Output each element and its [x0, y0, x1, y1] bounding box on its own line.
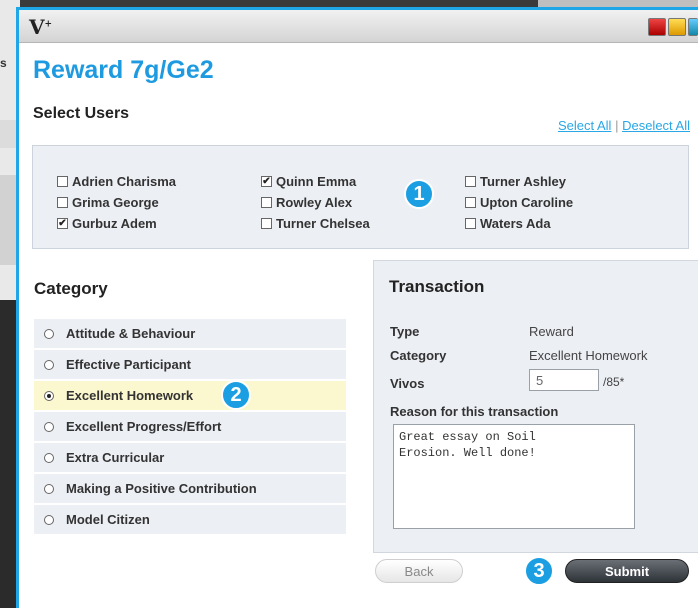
window-controls	[648, 18, 698, 36]
category-summary-value: Excellent Homework	[529, 348, 648, 363]
category-option[interactable]: Excellent Homework 2	[34, 380, 346, 410]
category-option[interactable]: Making a Positive Contribution	[34, 474, 346, 503]
type-label: Type	[390, 324, 420, 339]
reward-dialog: V+ Reward 7g/Ge2 Select Users Select All…	[16, 7, 698, 608]
maximize-window-button[interactable]	[688, 18, 698, 36]
background-window-text: s	[0, 56, 7, 70]
page-title: Reward 7g/Ge2	[33, 56, 214, 84]
users-panel: Adrien Charisma Grima George ✔ Gurbuz Ad…	[32, 145, 689, 249]
category-label: Model Citizen	[66, 512, 150, 527]
checkbox[interactable]: ✔	[261, 176, 272, 187]
category-option[interactable]: Attitude & Behaviour	[34, 319, 346, 348]
back-button[interactable]: Back	[375, 559, 463, 583]
user-name: Waters Ada	[480, 216, 551, 231]
select-users-heading: Select Users	[33, 105, 130, 122]
checkbox[interactable]: ✔	[57, 218, 68, 229]
category-heading: Category	[34, 279, 108, 298]
checkbox[interactable]	[261, 218, 272, 229]
user-name: Quinn Emma	[276, 174, 357, 189]
transaction-heading: Transaction	[389, 277, 485, 296]
user-checkbox[interactable]: Adrien Charisma	[57, 174, 176, 189]
user-checkbox[interactable]: Grima George	[57, 195, 159, 210]
checkbox[interactable]	[57, 176, 68, 187]
app-logo: V+	[29, 15, 53, 39]
user-checkbox[interactable]: Waters Ada	[465, 216, 551, 231]
reason-label: Reason for this transaction	[390, 404, 559, 419]
user-checkbox[interactable]: Rowley Alex	[261, 195, 352, 210]
category-label: Effective Participant	[66, 357, 191, 372]
category-option[interactable]: Effective Participant	[34, 350, 346, 379]
select-all-link[interactable]: Select All	[558, 118, 611, 133]
checkbox[interactable]	[465, 197, 476, 208]
step-badge-1: 1	[404, 179, 434, 209]
transaction-panel: Transaction Type Reward Category Excelle…	[373, 260, 698, 553]
category-label: Excellent Progress/Effort	[66, 419, 222, 434]
user-checkbox[interactable]: Turner Chelsea	[261, 216, 370, 231]
reason-textarea[interactable]: Great essay on Soil Erosion. Well done!	[393, 424, 635, 529]
radio-button[interactable]	[44, 328, 54, 339]
titlebar: V+	[19, 10, 698, 43]
checkbox[interactable]	[465, 176, 476, 187]
step-badge-3: 3	[524, 556, 554, 586]
submit-button[interactable]: Submit	[565, 559, 689, 583]
category-label: Excellent Homework	[66, 388, 194, 403]
radio-button[interactable]	[44, 452, 54, 463]
user-name: Grima George	[72, 195, 159, 210]
radio-button[interactable]	[44, 514, 54, 525]
radio-button[interactable]	[44, 483, 54, 494]
checkbox[interactable]	[261, 197, 272, 208]
select-links: Select All | Deselect All	[558, 118, 690, 133]
user-checkbox[interactable]: ✔ Gurbuz Adem	[57, 216, 157, 231]
category-label: Extra Curricular	[66, 450, 165, 465]
radio-button[interactable]	[44, 421, 54, 432]
user-checkbox[interactable]: Turner Ashley	[465, 174, 566, 189]
user-name: Adrien Charisma	[72, 174, 177, 189]
user-checkbox[interactable]: ✔ Quinn Emma	[261, 174, 356, 189]
vivos-max: /85*	[603, 375, 625, 389]
user-name: Turner Ashley	[480, 174, 566, 189]
user-name: Rowley Alex	[276, 195, 353, 210]
close-window-button[interactable]	[648, 18, 666, 36]
type-value: Reward	[529, 324, 574, 339]
deselect-all-link[interactable]: Deselect All	[622, 118, 690, 133]
user-name: Turner Chelsea	[276, 216, 370, 231]
user-name: Upton Caroline	[480, 195, 574, 210]
user-checkbox[interactable]: Upton Caroline	[465, 195, 573, 210]
category-option[interactable]: Extra Curricular	[34, 443, 346, 472]
category-list: Attitude & Behaviour Effective Participa…	[34, 319, 346, 536]
radio-button[interactable]	[44, 390, 54, 401]
checkbox[interactable]	[465, 218, 476, 229]
step-badge-2: 2	[221, 380, 251, 410]
category-label: Attitude & Behaviour	[66, 326, 196, 341]
category-summary-label: Category	[390, 348, 447, 363]
checkbox[interactable]	[57, 197, 68, 208]
link-separator: |	[615, 118, 619, 133]
category-option[interactable]: Model Citizen	[34, 505, 346, 534]
minimize-window-button[interactable]	[668, 18, 686, 36]
vivos-input[interactable]	[529, 369, 599, 391]
user-name: Gurbuz Adem	[72, 216, 157, 231]
vivos-label: Vivos	[390, 376, 425, 391]
category-label: Making a Positive Contribution	[66, 481, 257, 496]
category-option[interactable]: Excellent Progress/Effort	[34, 412, 346, 441]
radio-button[interactable]	[44, 359, 54, 370]
